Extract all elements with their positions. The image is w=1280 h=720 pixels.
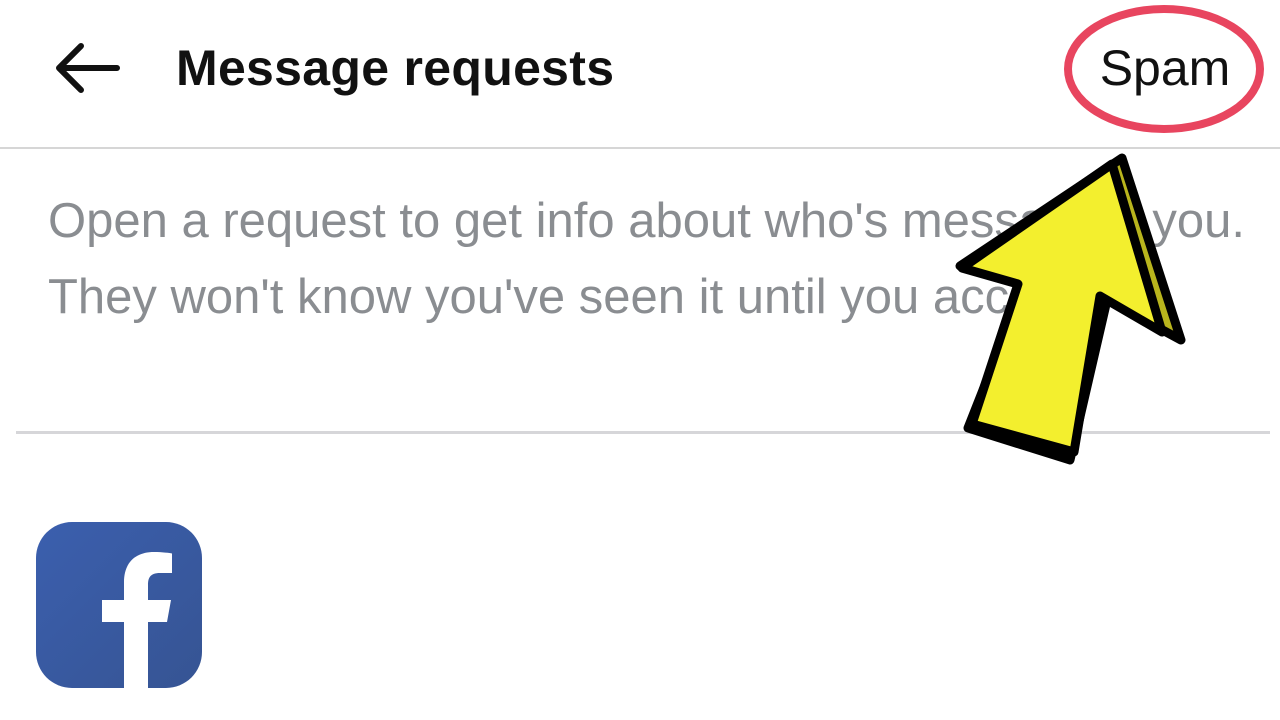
section-divider (16, 431, 1270, 434)
screen: Message requests Spam Open a request to … (0, 0, 1280, 720)
page-title: Message requests (176, 40, 615, 96)
spam-button[interactable]: Spam (1086, 36, 1244, 100)
app-header: Message requests Spam (0, 0, 1280, 148)
info-text: Open a request to get info about who's m… (48, 194, 1246, 324)
facebook-logo-icon (36, 522, 202, 688)
header-divider (0, 147, 1280, 149)
arrow-left-icon (56, 43, 120, 93)
back-button[interactable] (44, 36, 128, 100)
